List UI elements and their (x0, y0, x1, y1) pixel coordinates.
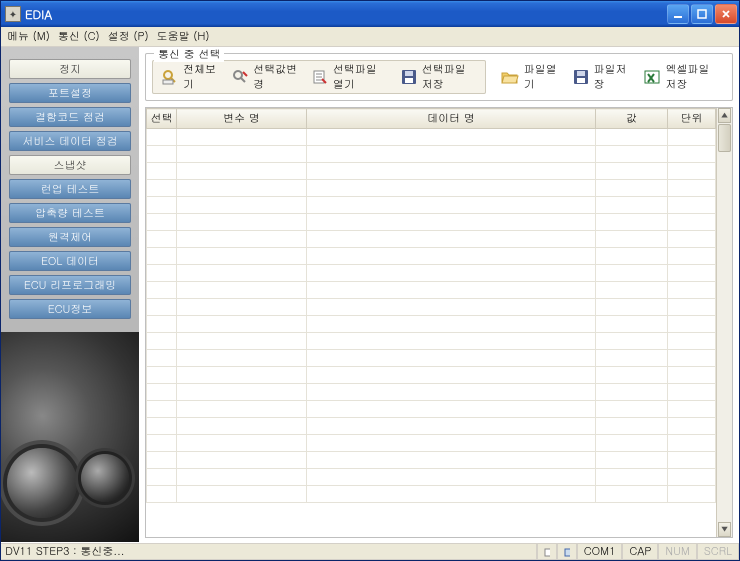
edit-icon (231, 67, 249, 87)
app-icon: ✦ (5, 6, 21, 22)
group-label: 통신 중 선택 (154, 47, 224, 62)
table-row[interactable] (147, 146, 716, 163)
table-row[interactable] (147, 350, 716, 367)
col-dataname[interactable]: 데이터 명 (307, 109, 596, 129)
btn-label: 엑셀파일저장 (665, 62, 720, 92)
sidebar: 정지 포트설정 결함코드 점검 서비스 데이터 점검 스냅샷 런업 테스트 압축… (1, 47, 139, 542)
sidebar-item-port[interactable]: 포트설정 (9, 83, 131, 103)
btn-label: 파일저장 (594, 62, 630, 92)
save-icon (400, 67, 418, 87)
btn-file-open[interactable]: 파일열기 (494, 63, 564, 91)
menu-item[interactable]: 메뉴 (M) (7, 29, 50, 44)
btn-label: 선택값변경 (253, 62, 299, 92)
btn-view-all[interactable]: 전체보기 (155, 63, 225, 91)
table-row[interactable] (147, 282, 716, 299)
table-row[interactable] (147, 435, 716, 452)
close-button[interactable] (715, 4, 737, 24)
sidebar-item-faultcode[interactable]: 결함코드 점검 (9, 107, 131, 127)
sidebar-item-ecu-reprog[interactable]: ECU 리프로그래밍 (9, 275, 131, 295)
search-icon (161, 67, 179, 87)
minimize-button[interactable] (667, 4, 689, 24)
sidebar-item-runup[interactable]: 런업 테스트 (9, 179, 131, 199)
status-num: NUM (658, 543, 696, 560)
table-row[interactable] (147, 401, 716, 418)
status-scrl: SCRL (697, 543, 739, 560)
scroll-up-arrow[interactable]: ▲ (718, 108, 731, 123)
sidebar-item-compression[interactable]: 압축량 테스트 (9, 203, 131, 223)
table-row[interactable] (147, 316, 716, 333)
status-text: DV11 STEP3 : 통신중... (1, 543, 537, 560)
maximize-button[interactable] (691, 4, 713, 24)
btn-file-save[interactable]: 파일저장 (566, 63, 636, 91)
btn-save-excel[interactable]: 엑셀파일저장 (637, 63, 726, 91)
btn-save-selection[interactable]: 선택파일저장 (394, 63, 483, 91)
table-row[interactable] (147, 418, 716, 435)
col-unit[interactable]: 단위 (668, 109, 716, 129)
table-row[interactable] (147, 384, 716, 401)
col-value[interactable]: 값 (596, 109, 668, 129)
sidebar-item-stop[interactable]: 정지 (9, 59, 131, 79)
btn-label: 선택파일저장 (422, 62, 477, 92)
table-row[interactable] (147, 231, 716, 248)
col-select[interactable]: 선택 (147, 109, 177, 129)
scroll-down-arrow[interactable]: ▼ (718, 522, 731, 537)
col-varname[interactable]: 변수 명 (177, 109, 307, 129)
menu-item[interactable]: 설정 (P) (108, 29, 149, 44)
statusbar: DV11 STEP3 : 통신중... COM1 CAP NUM SCRL (1, 542, 739, 560)
table-row[interactable] (147, 469, 716, 486)
table-row[interactable] (147, 163, 716, 180)
table-row[interactable] (147, 197, 716, 214)
table-row[interactable] (147, 452, 716, 469)
btn-label: 선택파일열기 (333, 62, 388, 92)
btn-open-selection[interactable]: 선택파일열기 (305, 63, 394, 91)
save-icon (572, 67, 590, 87)
excel-icon (643, 67, 661, 87)
sidebar-item-servicedata[interactable]: 서비스 데이터 점검 (9, 131, 131, 151)
status-icon (557, 543, 577, 560)
sidebar-item-ecu-info[interactable]: ECU정보 (9, 299, 131, 319)
sidebar-item-snapshot[interactable]: 스냅샷 (9, 155, 131, 175)
status-com: COM1 (577, 543, 623, 560)
table-row[interactable] (147, 299, 716, 316)
table-row[interactable] (147, 486, 716, 503)
btn-label: 파일열기 (524, 62, 558, 92)
file-open-icon (311, 67, 329, 87)
status-cap: CAP (622, 543, 658, 560)
sidebar-item-remote[interactable]: 원격제어 (9, 227, 131, 247)
btn-change-value[interactable]: 선택값변경 (225, 63, 305, 91)
table-row[interactable] (147, 214, 716, 231)
engine-image (1, 332, 139, 542)
btn-label: 전체보기 (183, 62, 219, 92)
menu-item[interactable]: 통신 (C) (58, 29, 100, 44)
toolbar-group: 통신 중 선택 전체보기 선택값변경 선택파일열기 (145, 53, 733, 101)
window-title: EDIA (25, 6, 667, 23)
vertical-scrollbar[interactable]: ▲ ▼ (716, 108, 732, 537)
table-row[interactable] (147, 129, 716, 146)
table-row[interactable] (147, 265, 716, 282)
folder-open-icon (500, 67, 520, 87)
titlebar: ✦ EDIA (1, 1, 739, 27)
menu-item[interactable]: 도움말 (H) (157, 29, 210, 44)
sidebar-item-eol[interactable]: EOL 데이터 (9, 251, 131, 271)
data-table: 선택 변수 명 데이터 명 값 단위 ▲ ▼ (145, 107, 733, 538)
table-row[interactable] (147, 180, 716, 197)
status-icon (537, 543, 557, 560)
scroll-thumb[interactable] (718, 124, 731, 152)
table-row[interactable] (147, 333, 716, 350)
table-row[interactable] (147, 248, 716, 265)
menubar: 메뉴 (M) 통신 (C) 설정 (P) 도움말 (H) (1, 27, 739, 47)
table-row[interactable] (147, 367, 716, 384)
